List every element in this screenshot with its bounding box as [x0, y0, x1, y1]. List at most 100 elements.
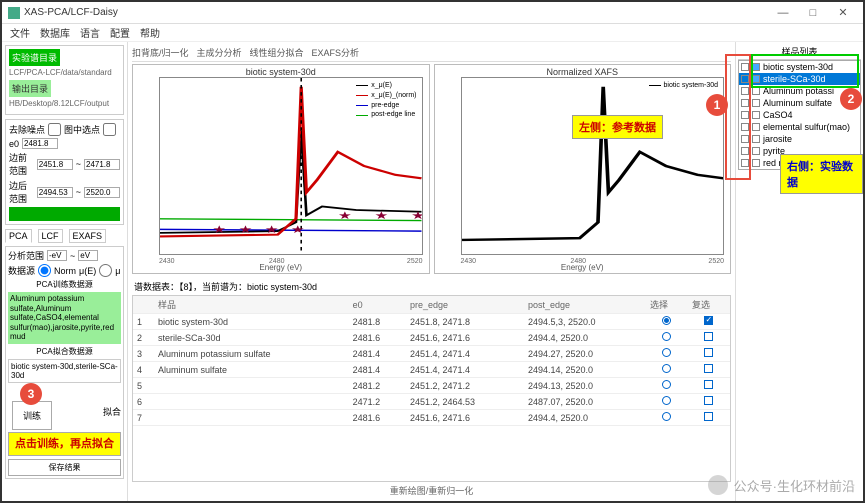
list-item[interactable]: elemental sulfur(mao): [739, 121, 860, 133]
row-checkbox[interactable]: [704, 316, 713, 325]
table-row[interactable]: 62471.22451.2, 2464.532487.07, 2520.0: [133, 394, 730, 410]
minimize-button[interactable]: —: [769, 4, 797, 22]
select-point-checkbox[interactable]: [103, 123, 116, 136]
list-color-swatch: [752, 87, 760, 95]
list-item[interactable]: jarosite: [739, 133, 860, 145]
table-header[interactable]: 选择: [646, 296, 688, 314]
row-select-radio[interactable]: [662, 348, 671, 357]
range-lo-input[interactable]: [47, 250, 67, 261]
train-button[interactable]: 训练: [12, 401, 52, 430]
row-select-radio[interactable]: [662, 316, 671, 325]
row-checkbox[interactable]: [704, 332, 713, 341]
mu-radio[interactable]: [99, 264, 112, 277]
table-row[interactable]: 3Aluminum potassium sulfate2481.42451.4,…: [133, 346, 730, 362]
menu-help[interactable]: 帮助: [140, 25, 160, 40]
list-checkbox-left[interactable]: [741, 111, 749, 119]
list-checkbox-left[interactable]: [741, 159, 749, 167]
maximize-button[interactable]: □: [799, 4, 827, 22]
fit-button[interactable]: 拟合: [103, 405, 121, 418]
analysis-tabs: PCA LCF EXAFS: [5, 229, 124, 243]
table-row[interactable]: 52481.22451.2, 2471.22494.13, 2520.0: [133, 378, 730, 394]
list-checkbox-left[interactable]: [741, 87, 749, 95]
list-item[interactable]: sterile-SCa-30d: [739, 73, 860, 85]
table-header[interactable]: 样品: [154, 296, 349, 314]
post-hi-input[interactable]: [84, 187, 120, 198]
select-point-label: 图中选点: [64, 123, 100, 136]
row-select-radio[interactable]: [662, 412, 671, 421]
menu-database[interactable]: 数据库: [40, 25, 70, 40]
table-header[interactable]: e0: [349, 296, 406, 314]
chart-left[interactable]: biotic system-30d: [132, 64, 430, 274]
menu-language[interactable]: 语言: [80, 25, 100, 40]
wechat-icon: [708, 475, 728, 495]
post-lo-input[interactable]: [37, 187, 73, 198]
list-checkbox-left[interactable]: [741, 99, 749, 107]
e0-input[interactable]: [22, 138, 58, 149]
row-checkbox[interactable]: [704, 364, 713, 373]
menu-file[interactable]: 文件: [10, 25, 30, 40]
close-button[interactable]: ✕: [829, 4, 857, 22]
tab-exafs[interactable]: EXAFS: [69, 229, 107, 243]
chart-right[interactable]: Normalized XAFS biotic system-30d Energy…: [434, 64, 732, 274]
row-checkbox[interactable]: [704, 380, 713, 389]
row-select-radio[interactable]: [662, 380, 671, 389]
experiment-dir-path: LCF/PCA-LCF/data/standard: [9, 68, 120, 77]
table-row[interactable]: 1biotic system-30d2481.82451.8, 2471.824…: [133, 314, 730, 330]
table-header[interactable]: 复选: [688, 296, 730, 314]
list-item[interactable]: biotic system-30d: [739, 61, 860, 73]
experiment-dir-button[interactable]: 实验谱目录: [9, 49, 60, 66]
tab-pca[interactable]: PCA: [5, 229, 32, 243]
tab-pca-analysis[interactable]: 主成分分析: [197, 46, 242, 59]
row-checkbox[interactable]: [704, 412, 713, 421]
range-hi-input[interactable]: [78, 250, 98, 261]
title-bar: XAS-PCA/LCF-Daisy — □ ✕: [2, 2, 863, 24]
tab-lcf[interactable]: LCF: [38, 229, 63, 243]
row-select-radio[interactable]: [662, 396, 671, 405]
list-checkbox-left[interactable]: [741, 147, 749, 155]
left-panel: 实验谱目录 LCF/PCA-LCF/data/standard 输出目录 HB/…: [2, 42, 128, 501]
svg-text:★: ★: [338, 209, 352, 221]
table-row[interactable]: 2sterile-SCa-30d2481.62451.6, 2471.62494…: [133, 330, 730, 346]
sample-list-header: 样品列表: [738, 44, 861, 60]
apply-bar[interactable]: [9, 207, 120, 221]
table-header[interactable]: post_edge: [524, 296, 646, 314]
list-checkbox-left[interactable]: [741, 75, 749, 83]
svg-text:★: ★: [212, 223, 226, 235]
remove-noise-checkbox[interactable]: [48, 123, 61, 136]
watermark: 公众号·生化环材前沿: [708, 475, 855, 495]
list-item-label: CaSO4: [763, 110, 793, 120]
list-item[interactable]: CaSO4: [739, 109, 860, 121]
list-checkbox-left[interactable]: [741, 135, 749, 143]
tab-exafs-analysis[interactable]: EXAFS分析: [312, 46, 360, 59]
table-scroll[interactable]: 样品e0pre_edgepost_edge选择复选 1biotic system…: [132, 295, 731, 482]
list-checkbox-left[interactable]: [741, 63, 749, 71]
pre-lo-input[interactable]: [37, 159, 73, 170]
table-caption: 谱数据表：【8】，当前谱为：biotic system-30d: [132, 278, 731, 295]
row-select-radio[interactable]: [662, 364, 671, 373]
row-select-radio[interactable]: [662, 332, 671, 341]
save-result-button[interactable]: 保存结果: [8, 459, 121, 476]
pre-hi-input[interactable]: [84, 159, 120, 170]
step-2-badge: 2: [840, 88, 862, 110]
train-tip: 点击训练，再点拟合: [8, 432, 121, 456]
table-row[interactable]: 4Aluminum sulfate2481.42451.4, 2471.4249…: [133, 362, 730, 378]
tab-lcf-analysis[interactable]: 线性组分拟合: [250, 46, 304, 59]
app-icon: [8, 7, 20, 19]
row-checkbox[interactable]: [704, 396, 713, 405]
table-header[interactable]: [133, 296, 154, 314]
table-header[interactable]: pre_edge: [406, 296, 524, 314]
menu-config[interactable]: 配置: [110, 25, 130, 40]
pca-train-source-box[interactable]: Aluminum potassium sulfate,Aluminum sulf…: [8, 292, 121, 344]
redraw-footer[interactable]: 重新绘图/重新归一化: [132, 482, 731, 499]
norm-radio[interactable]: [38, 264, 51, 277]
table-row[interactable]: 72481.62451.6, 2471.62494.4, 2520.0: [133, 410, 730, 426]
list-color-swatch: [752, 99, 760, 107]
chart-tabs: 扣背底/归一化 主成分分析 线性组分拟合 EXAFS分析: [132, 44, 731, 62]
tab-normalize[interactable]: 扣背底/归一化: [132, 46, 189, 59]
pca-fit-source-box[interactable]: biotic system-30d,sterile-SCa-30d: [8, 359, 121, 383]
list-color-swatch: [752, 123, 760, 131]
output-dir-button[interactable]: 输出目录: [9, 80, 51, 97]
window-title: XAS-PCA/LCF-Daisy: [24, 7, 769, 18]
row-checkbox[interactable]: [704, 348, 713, 357]
list-checkbox-left[interactable]: [741, 123, 749, 131]
